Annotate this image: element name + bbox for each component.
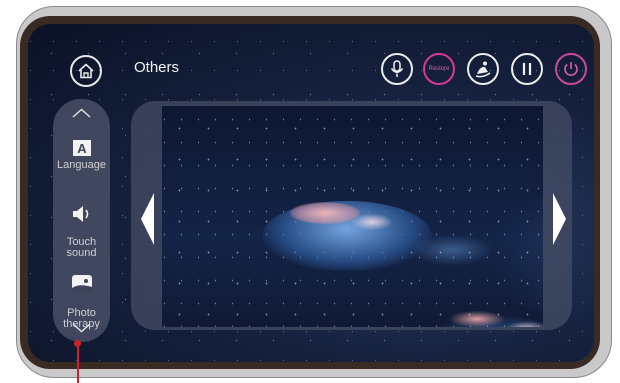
svg-text:A: A	[77, 141, 87, 156]
therapy-photo	[162, 106, 543, 327]
sidebar-item-photo-therapy[interactable]: Photo therapy	[53, 263, 110, 330]
massage-chair-icon	[475, 61, 491, 78]
pause-button[interactable]	[511, 53, 543, 85]
massage-mode-button[interactable]	[467, 53, 499, 85]
sidebar-item-label: Language	[57, 159, 106, 171]
pause-icon	[522, 63, 532, 75]
callout-line	[77, 343, 79, 383]
sidebar-item-language[interactable]: A Language	[53, 139, 110, 171]
arrow-left-icon[interactable]	[141, 193, 154, 245]
callout-dot	[74, 340, 81, 347]
settings-sidebar[interactable]: A Language Touch sound Photo therapy	[53, 99, 110, 342]
page-title: Others	[134, 59, 180, 76]
sidebar-item-label: Touch sound	[66, 236, 97, 259]
arrow-right-icon[interactable]	[553, 193, 566, 245]
restore-label: Restore	[428, 66, 450, 72]
photo-icon	[71, 275, 92, 293]
language-icon: A	[72, 140, 91, 156]
home-button[interactable]	[70, 55, 102, 87]
power-icon	[564, 62, 578, 76]
restore-button[interactable]: Restore	[423, 53, 455, 85]
chevron-down-icon[interactable]	[72, 323, 91, 333]
power-button[interactable]	[555, 53, 587, 85]
voice-button[interactable]	[381, 53, 413, 85]
speaker-icon	[72, 206, 88, 222]
chevron-up-icon[interactable]	[72, 108, 91, 118]
home-icon	[78, 63, 94, 79]
microphone-icon	[390, 60, 404, 77]
sidebar-item-touch-sound[interactable]: Touch sound	[53, 194, 110, 259]
